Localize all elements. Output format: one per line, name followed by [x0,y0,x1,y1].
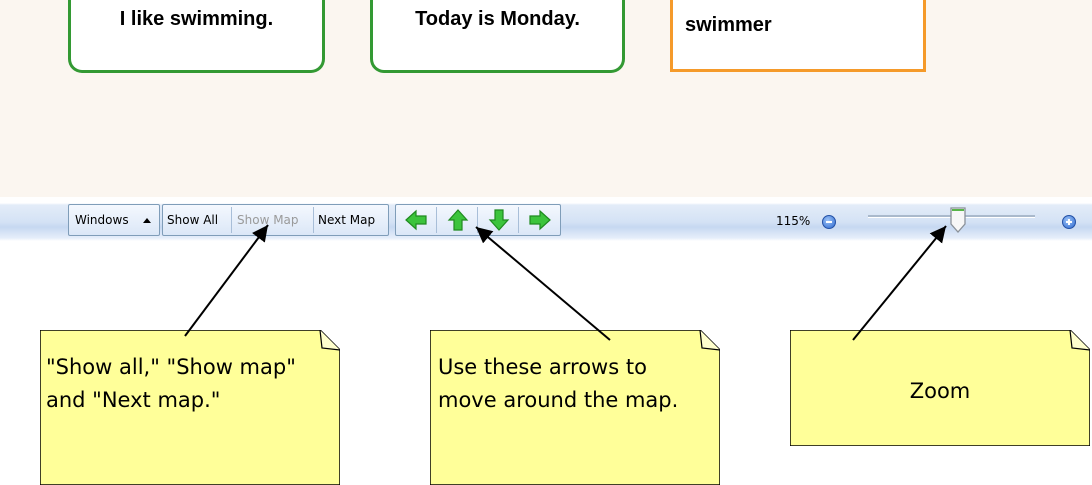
pointer-arrow-to-up-arrow [475,226,611,341]
screenshot-canvas: I like swimming. Today is Monday. swimme… [0,0,1092,485]
pointer-arrow-to-show-map [184,224,269,337]
pointer-arrow-to-zoom-slider [852,225,947,341]
callout-pointer-layer [184,224,947,341]
